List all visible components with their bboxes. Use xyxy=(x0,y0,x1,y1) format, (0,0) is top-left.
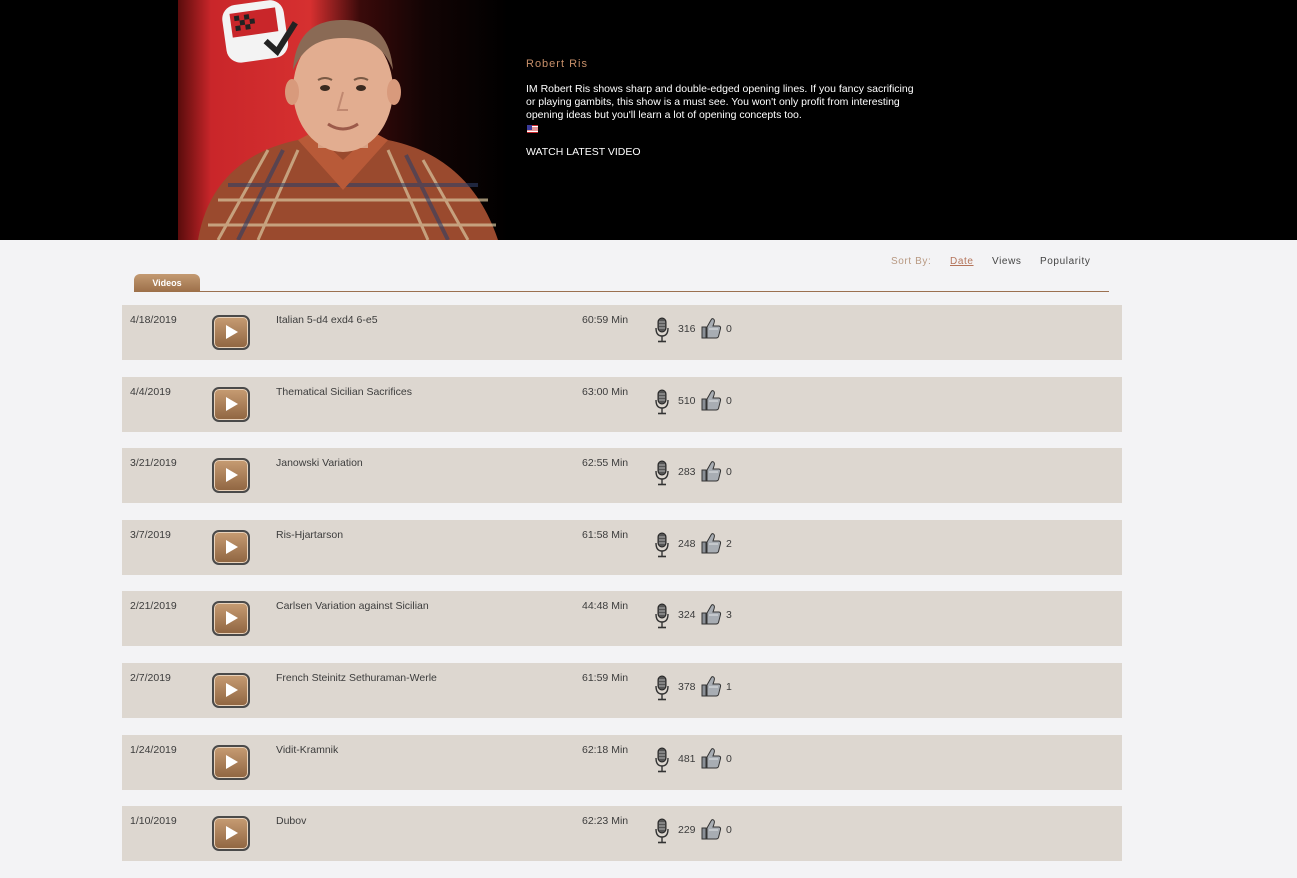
like-count: 2 xyxy=(726,537,732,550)
host-name: Robert Ris xyxy=(526,58,588,70)
video-title[interactable]: Vidit-Kramnik xyxy=(276,744,338,756)
view-count: 316 xyxy=(678,323,696,335)
tab-videos[interactable]: Videos xyxy=(134,274,200,292)
microphone-icon xyxy=(655,317,669,343)
video-duration: 62:55 Min xyxy=(582,457,629,470)
video-list: 4/18/2019 Italian 5-d4 exd4 6-e5 60:59 M… xyxy=(122,305,1122,878)
video-row: 4/4/2019 Thematical Sicilian Sacrifices … xyxy=(122,376,1122,432)
view-count: 283 xyxy=(678,466,696,479)
view-count: 324 xyxy=(678,609,696,622)
video-duration: 60:59 Min xyxy=(582,314,629,326)
video-date: 3/7/2019 xyxy=(130,528,171,541)
video-date: 1/10/2019 xyxy=(130,815,177,828)
video-row: 3/21/2019 Janowski Variation 62:55 Min 2… xyxy=(122,448,1122,504)
video-title[interactable]: Thematical Sicilian Sacrifices xyxy=(276,386,412,398)
video-date: 1/24/2019 xyxy=(130,743,177,756)
thumbs-up-icon[interactable] xyxy=(700,603,722,626)
video-title[interactable]: French Steinitz Sethuraman-Werle xyxy=(276,672,437,684)
video-row: 3/7/2019 Ris-Hjartarson 61:58 Min 248 2 xyxy=(122,519,1122,575)
view-count: 229 xyxy=(678,824,696,837)
sort-by-views[interactable]: Views xyxy=(992,256,1022,267)
us-flag-icon xyxy=(527,125,538,133)
video-duration: 44:48 Min xyxy=(582,600,629,613)
watch-latest-video-link[interactable]: WATCH LATEST VIDEO xyxy=(526,146,641,158)
microphone-icon xyxy=(655,532,669,558)
video-duration: 62:23 Min xyxy=(582,815,629,828)
sort-by-popularity[interactable]: Popularity xyxy=(1040,256,1090,267)
play-icon[interactable] xyxy=(212,816,250,852)
thumbs-up-icon[interactable] xyxy=(700,317,722,340)
video-date: 4/18/2019 xyxy=(130,314,177,326)
microphone-icon xyxy=(655,747,669,772)
play-icon[interactable] xyxy=(212,458,250,494)
like-count: 3 xyxy=(726,609,732,622)
show-description: IM Robert Ris shows sharp and double-edg… xyxy=(526,83,914,121)
video-row: 2/7/2019 French Steinitz Sethuraman-Werl… xyxy=(122,662,1122,718)
like-count: 0 xyxy=(726,394,732,407)
like-count: 0 xyxy=(726,824,732,837)
sort-by-date[interactable]: Date xyxy=(950,256,974,267)
view-count: 378 xyxy=(678,680,696,693)
play-icon[interactable] xyxy=(212,386,250,422)
thumbs-up-icon[interactable] xyxy=(700,532,722,555)
video-title[interactable]: Dubov xyxy=(276,815,306,827)
view-count: 248 xyxy=(678,537,696,550)
video-title[interactable]: Carlsen Variation against Sicilian xyxy=(276,600,429,612)
video-duration: 63:00 Min xyxy=(582,385,629,398)
video-row: 1/10/2019 Dubov 62:23 Min 229 0 xyxy=(122,806,1122,862)
video-duration: 62:18 Min xyxy=(582,743,629,756)
show-banner: Robert Ris IM Robert Ris shows sharp and… xyxy=(0,0,1297,240)
host-portrait-illustration xyxy=(198,0,498,240)
video-duration: 61:58 Min xyxy=(582,528,629,541)
view-count: 481 xyxy=(678,752,696,765)
microphone-icon xyxy=(655,818,669,844)
thumbs-up-icon[interactable] xyxy=(700,747,722,770)
thumbs-up-icon[interactable] xyxy=(700,389,722,412)
microphone-icon xyxy=(655,460,669,486)
thumbs-up-icon[interactable] xyxy=(700,460,722,483)
video-duration: 61:59 Min xyxy=(582,671,629,684)
video-title[interactable]: Janowski Variation xyxy=(276,457,363,469)
microphone-icon xyxy=(655,675,669,701)
like-count: 0 xyxy=(726,323,732,335)
play-icon[interactable] xyxy=(212,672,250,708)
video-title[interactable]: Italian 5-d4 exd4 6-e5 xyxy=(276,314,378,326)
video-row: 4/18/2019 Italian 5-d4 exd4 6-e5 60:59 M… xyxy=(122,305,1122,360)
video-row: 2/21/2019 Carlsen Variation against Sici… xyxy=(122,591,1122,647)
like-count: 0 xyxy=(726,752,732,765)
play-icon[interactable] xyxy=(212,744,250,780)
like-count: 1 xyxy=(726,680,732,693)
sort-label: Sort By: xyxy=(891,256,932,267)
thumbs-up-icon[interactable] xyxy=(700,675,722,698)
play-icon[interactable] xyxy=(212,315,250,350)
play-icon[interactable] xyxy=(212,601,250,637)
microphone-icon xyxy=(655,603,669,629)
thumbs-up-icon[interactable] xyxy=(700,818,722,841)
video-date: 2/7/2019 xyxy=(130,671,171,684)
view-count: 510 xyxy=(678,394,696,407)
video-title[interactable]: Ris-Hjartarson xyxy=(276,529,343,541)
video-date: 3/21/2019 xyxy=(130,457,177,470)
host-portrait xyxy=(178,0,509,240)
tab-divider xyxy=(134,291,1109,292)
microphone-icon xyxy=(655,389,669,414)
play-icon[interactable] xyxy=(212,529,250,565)
video-date: 4/4/2019 xyxy=(130,385,171,398)
video-date: 2/21/2019 xyxy=(130,600,177,613)
video-row: 1/24/2019 Vidit-Kramnik 62:18 Min 481 0 xyxy=(122,734,1122,790)
like-count: 0 xyxy=(726,466,732,479)
